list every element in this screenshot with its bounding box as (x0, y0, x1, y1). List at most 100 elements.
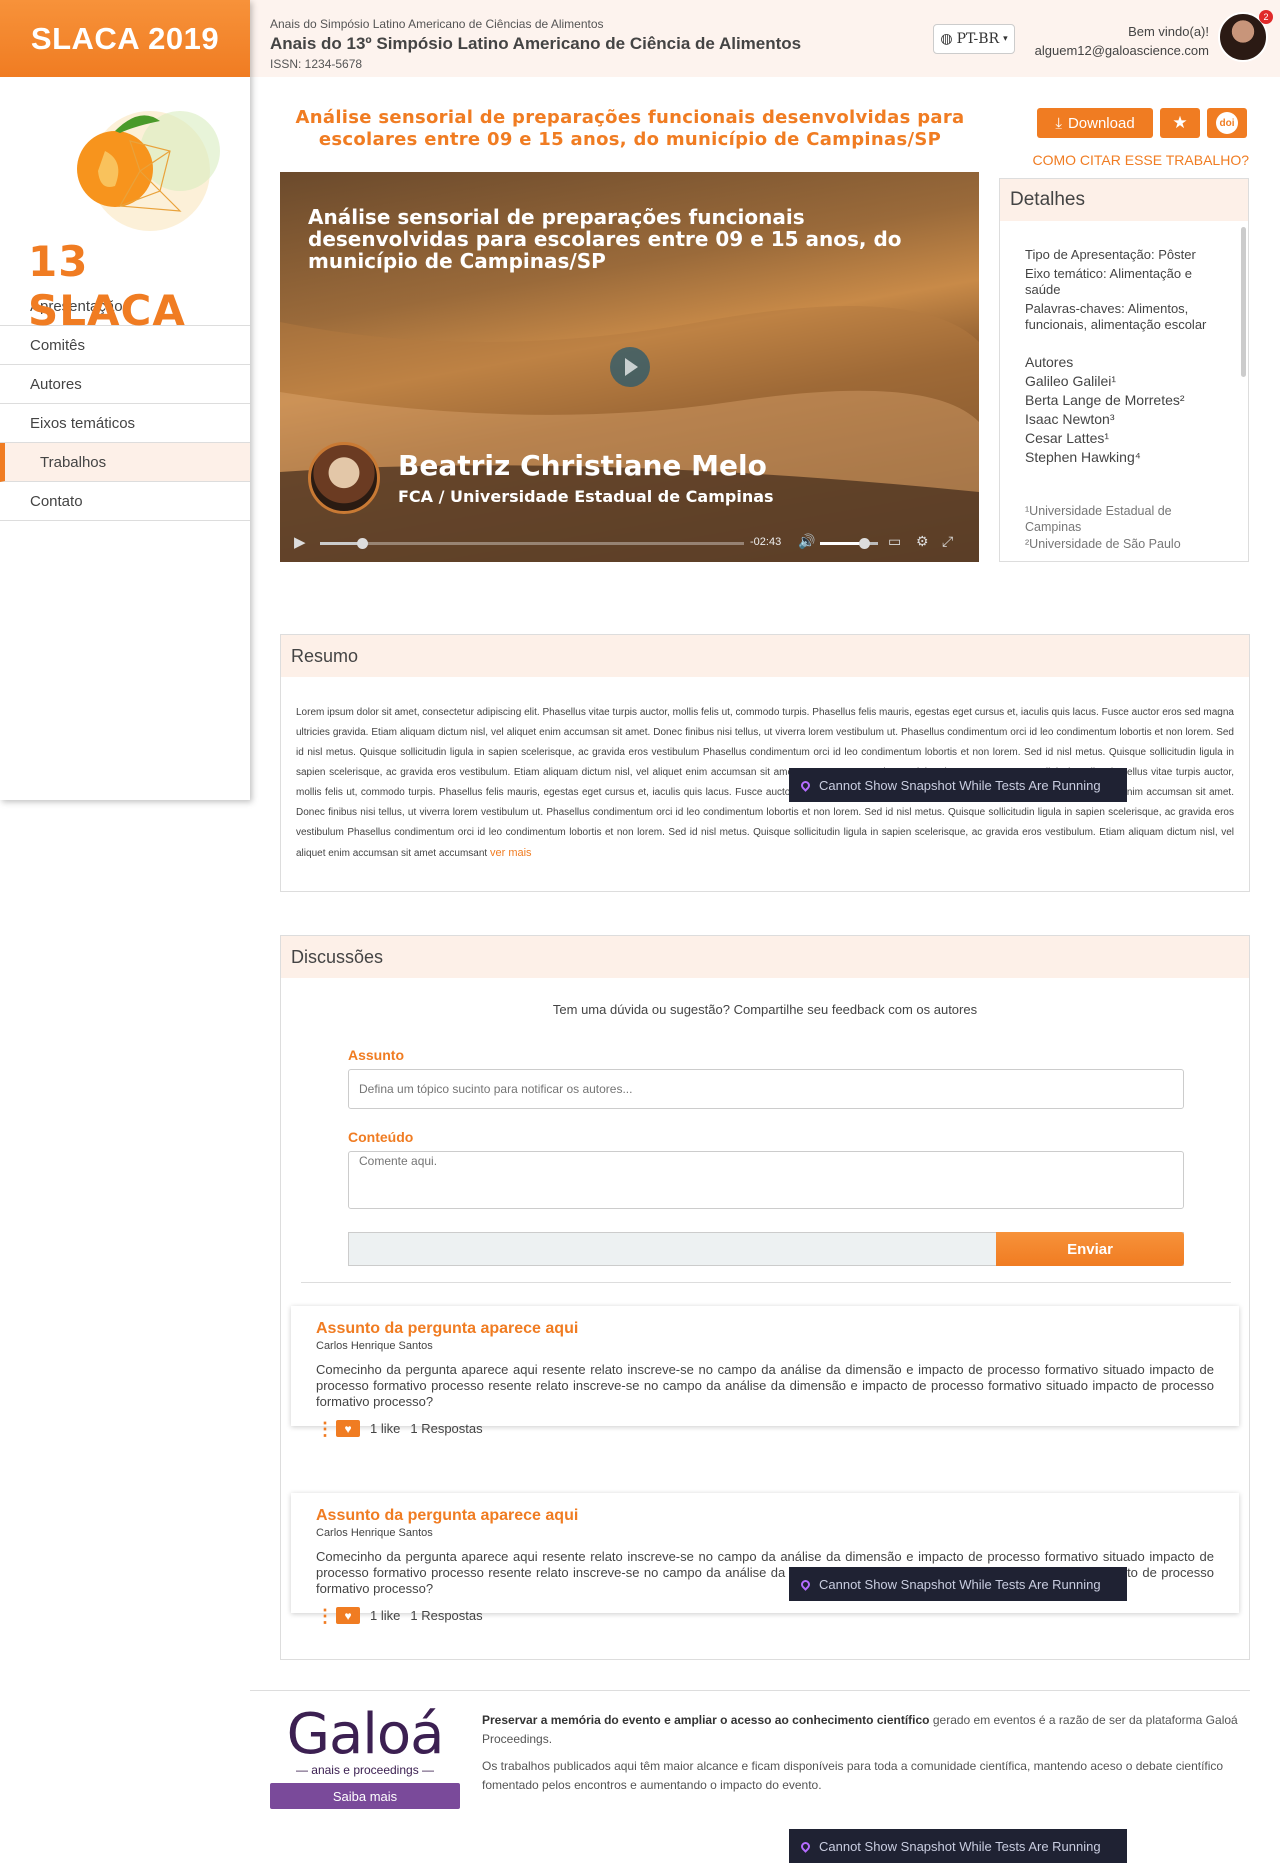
volume-handle[interactable] (858, 538, 870, 549)
event-logo: 13 SLACA (0, 77, 250, 335)
footer: Galoá — anais e proceedings — Saiba mais… (250, 1690, 1250, 1820)
galoa-logo: Galoá — anais e proceedings — Saiba mais (270, 1705, 460, 1809)
like-count: 1 like (370, 1421, 401, 1436)
thread-author: Carlos Henrique Santos (316, 1527, 433, 1539)
captions-icon[interactable]: ▭ (888, 533, 901, 550)
footer-paragraph: Preservar a memória do evento e ampliar … (482, 1711, 1242, 1749)
settings-icon[interactable]: ⚙ (916, 533, 929, 550)
presenter-affiliation: FCA / Universidade Estadual de Campinas (398, 487, 774, 506)
play-icon[interactable]: ▶ (294, 533, 306, 551)
doi-button[interactable]: doi (1207, 108, 1247, 138)
doi-icon: doi (1216, 112, 1238, 134)
pin-icon (799, 1577, 812, 1591)
author-item[interactable]: Galileo Galilei¹ (1025, 372, 1228, 391)
favorite-button[interactable]: ★ (1160, 108, 1200, 138)
discussoes-panel: Discussões Tem uma dúvida ou sugestão? C… (280, 935, 1250, 1660)
author-item[interactable]: Berta Lange de Morretes² (1025, 391, 1228, 410)
download-button[interactable]: ⤓ Download (1037, 108, 1153, 138)
paper-title: Análise sensorial de preparações funcion… (295, 107, 965, 150)
presentation-type: Tipo de Apresentação: Pôster (1025, 247, 1196, 262)
sidebar-item-eixos[interactable]: Eixos temáticos (0, 404, 250, 443)
saiba-mais-button[interactable]: Saiba mais (270, 1783, 460, 1809)
download-icon: ⤓ (1055, 114, 1062, 132)
presenter-photo (308, 442, 380, 514)
caret-down-icon: ▾ (1003, 34, 1008, 44)
details-panel: Detalhes Tipo de Apresentação: Pôster Ei… (999, 178, 1249, 562)
globe-icon: ◍ (940, 31, 953, 47)
fullscreen-icon[interactable]: ⤢ (942, 533, 953, 550)
sidebar-item-autores[interactable]: Autores (0, 365, 250, 404)
subject-label: Assunto (348, 1047, 404, 1063)
replies-link[interactable]: 1 Respostas (410, 1421, 482, 1436)
more-options-icon[interactable]: ⋮ (316, 1420, 334, 1438)
discussion-thread: Assunto da pergunta aparece aqui Carlos … (291, 1306, 1239, 1438)
subject-input[interactable] (348, 1069, 1184, 1109)
thread-title[interactable]: Assunto da pergunta aparece aqui (316, 1320, 1214, 1338)
toast-text: Cannot Show Snapshot While Tests Are Run… (819, 777, 1101, 793)
resumo-heading: Resumo (281, 635, 1249, 677)
affiliation-item: ¹Universidade Estadual de Campinas (1025, 504, 1172, 534)
footer-text: Preservar a memória do evento e ampliar … (482, 1711, 1242, 1795)
sidebar-item-trabalhos[interactable]: Trabalhos (0, 443, 250, 482)
cite-link[interactable]: COMO CITAR ESSE TRABALHO? (1032, 152, 1249, 168)
footer-bold: Preservar a memória do evento e ampliar … (482, 1713, 930, 1727)
send-button[interactable]: Enviar (996, 1232, 1184, 1266)
welcome-text: Bem vindo(a)! (1128, 24, 1209, 39)
thread-actions: ⋮ ♥ 1 like 1 Respostas (316, 1420, 1214, 1438)
author-list: Galileo Galilei¹ Berta Lange de Morretes… (1025, 372, 1228, 467)
galoa-wordmark: Galoá (286, 1702, 445, 1767)
heart-icon[interactable]: ♥ (336, 1607, 360, 1624)
thread-text: Comecinho da pergunta aparece aqui resen… (316, 1362, 1214, 1409)
replies-link[interactable]: 1 Respostas (410, 1608, 482, 1623)
snapshot-toast: Cannot Show Snapshot While Tests Are Run… (789, 1829, 1127, 1863)
star-icon: ★ (1172, 113, 1188, 132)
details-scrollbar[interactable] (1241, 227, 1246, 377)
resumo-panel: Resumo Lorem ipsum dolor sit amet, conse… (280, 634, 1250, 892)
more-options-icon[interactable]: ⋮ (316, 1607, 334, 1625)
heart-icon[interactable]: ♥ (336, 1420, 360, 1437)
download-label: Download (1067, 114, 1135, 132)
toast-text: Cannot Show Snapshot While Tests Are Run… (819, 1576, 1101, 1592)
sidebar: SLACA 2019 13 SLACA Apresentação Comitês… (0, 0, 250, 800)
galoa-tagline: — anais e proceedings — (295, 1763, 435, 1777)
language-select[interactable]: ◍ PT-BR ▾ (933, 24, 1015, 54)
ver-mais-link[interactable]: ver mais (490, 847, 532, 859)
play-overlay-icon[interactable] (610, 347, 650, 387)
author-item[interactable]: Stephen Hawking⁴ (1025, 448, 1228, 467)
user-email: alguem12@galoascience.com (1034, 43, 1209, 58)
details-body: Tipo de Apresentação: Pôster Eixo temáti… (1000, 221, 1248, 552)
author-item[interactable]: Isaac Newton³ (1025, 410, 1228, 429)
video-title: Análise sensorial de preparações funcion… (308, 205, 902, 273)
discussoes-heading: Discussões (281, 936, 1249, 978)
thread-title[interactable]: Assunto da pergunta aparece aqui (316, 1507, 1214, 1525)
sidebar-item-contato[interactable]: Contato (0, 482, 250, 521)
notification-badge[interactable]: 2 (1259, 10, 1273, 24)
snapshot-toast: Cannot Show Snapshot While Tests Are Run… (789, 768, 1127, 802)
toast-text: Cannot Show Snapshot While Tests Are Run… (819, 1838, 1101, 1854)
author-item[interactable]: Cesar Lattes¹ (1025, 429, 1228, 448)
snapshot-toast: Cannot Show Snapshot While Tests Are Run… (789, 1567, 1127, 1601)
proceedings-subtitle: Anais do Simpósio Latino Americano de Ci… (270, 17, 604, 31)
progress-handle[interactable] (357, 538, 369, 549)
top-bar: Anais do Simpósio Latino Americano de Ci… (250, 0, 1280, 77)
proceedings-title: Anais do 13º Simpósio Latino Americano d… (270, 34, 802, 53)
volume-fill (820, 542, 864, 545)
pin-icon (799, 1839, 812, 1853)
thread-author: Carlos Henrique Santos (316, 1340, 433, 1352)
time-remaining: -02:43 (750, 536, 782, 548)
affiliation-item: ²Universidade de São Paulo (1025, 537, 1181, 551)
presenter-name: Beatriz Christiane Melo (398, 449, 767, 482)
volume-icon[interactable]: 🔊 (798, 533, 815, 550)
video-player[interactable]: Análise sensorial de preparações funcion… (280, 172, 979, 562)
issn: ISSN: 1234-5678 (270, 57, 363, 71)
keywords: Palavras-chaves: Alimentos, funcionais, … (1025, 301, 1207, 332)
orange-logo-icon (77, 111, 220, 231)
send-bar: Enviar (348, 1232, 1184, 1266)
content-textarea[interactable] (348, 1151, 1184, 1209)
discussion-prompt: Tem uma dúvida ou sugestão? Compartilhe … (552, 1002, 978, 1017)
authors-heading: Autores (1025, 354, 1074, 370)
volume-slider[interactable] (820, 538, 878, 549)
divider (301, 1282, 1231, 1283)
event-brand[interactable]: SLACA 2019 (0, 0, 250, 77)
progress-bar[interactable] (320, 538, 744, 549)
